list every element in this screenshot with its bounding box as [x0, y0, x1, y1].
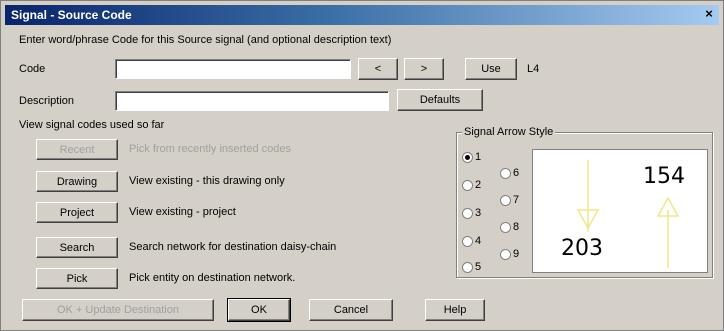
- project-description: View existing - project: [129, 206, 236, 218]
- recent-button[interactable]: Recent: [36, 139, 118, 160]
- prev-code-button[interactable]: <: [358, 58, 398, 80]
- arrow-style-radio-6[interactable]: 6: [500, 167, 519, 179]
- use-value: L4: [527, 63, 540, 75]
- description-input[interactable]: [115, 91, 389, 111]
- use-button[interactable]: Use: [465, 58, 517, 80]
- arrow-style-radio-7[interactable]: 7: [500, 194, 519, 206]
- down-arrow-number: 203: [561, 236, 603, 261]
- title-bar[interactable]: Signal - Source Code ×: [5, 5, 719, 25]
- view-codes-label: View signal codes used so far: [19, 119, 165, 131]
- help-button[interactable]: Help: [425, 299, 485, 321]
- defaults-button[interactable]: Defaults: [397, 89, 483, 111]
- radio-icon: [500, 221, 511, 233]
- pick-button[interactable]: Pick: [36, 268, 118, 289]
- radio-icon: [462, 179, 473, 191]
- search-button[interactable]: Search: [36, 237, 118, 258]
- up-arrow-number: 154: [643, 164, 685, 189]
- drawing-button[interactable]: Drawing: [36, 171, 118, 192]
- radio-icon: [462, 261, 473, 273]
- project-button[interactable]: Project: [36, 202, 118, 223]
- ok-button[interactable]: OK: [227, 298, 291, 322]
- radio-icon: [462, 207, 473, 219]
- recent-description: Pick from recently inserted codes: [129, 143, 292, 155]
- ok-update-destination-button[interactable]: OK + Update Destination: [22, 299, 214, 321]
- radio-icon: [462, 235, 473, 247]
- code-label: Code: [19, 63, 46, 75]
- radio-selected-icon: [462, 151, 473, 163]
- arrow-style-radio-5[interactable]: 5: [462, 261, 481, 273]
- radio-icon: [500, 167, 511, 179]
- signal-source-code-dialog: Signal - Source Code × Enter word/phrase…: [0, 0, 724, 331]
- arrow-style-radio-4[interactable]: 4: [462, 235, 481, 247]
- close-icon[interactable]: ×: [701, 7, 717, 21]
- next-code-button[interactable]: >: [404, 58, 444, 80]
- cancel-button[interactable]: Cancel: [309, 299, 393, 321]
- radio-icon: [500, 194, 511, 206]
- code-input[interactable]: [115, 59, 351, 79]
- arrow-style-radio-1[interactable]: 1: [462, 151, 481, 163]
- search-description: Search network for destination daisy-cha…: [129, 241, 337, 253]
- radio-icon: [500, 248, 511, 260]
- arrow-style-radio-9[interactable]: 9: [500, 248, 519, 260]
- arrow-style-radio-2[interactable]: 2: [462, 179, 481, 191]
- signal-arrow-style-label: Signal Arrow Style: [462, 126, 556, 138]
- window-title: Signal - Source Code: [11, 8, 132, 22]
- drawing-description: View existing - this drawing only: [129, 175, 285, 187]
- arrow-style-radio-3[interactable]: 3: [462, 207, 481, 219]
- pick-description: Pick entity on destination network.: [129, 272, 296, 284]
- arrow-style-radio-8[interactable]: 8: [500, 221, 519, 233]
- description-label: Description: [19, 95, 75, 107]
- instructions-text: Enter word/phrase Code for this Source s…: [19, 34, 392, 46]
- arrow-style-preview: 203 154: [532, 149, 708, 273]
